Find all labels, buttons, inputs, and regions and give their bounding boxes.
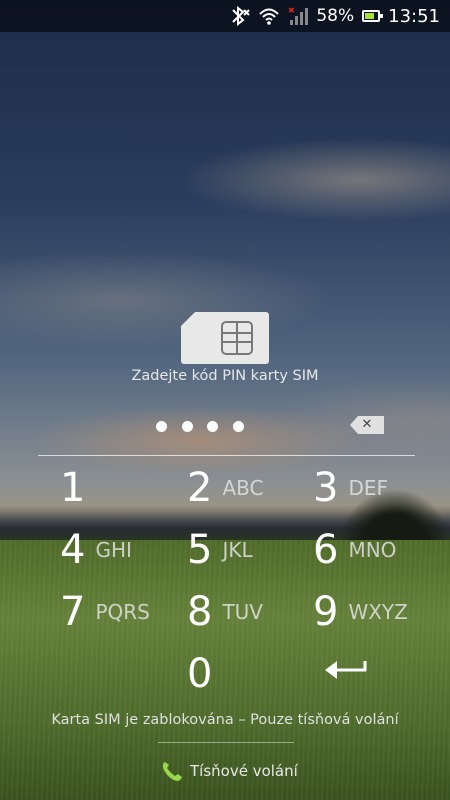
key-number: 1 (60, 465, 86, 511)
backspace-button[interactable]: ✕ (350, 416, 384, 434)
key-number: 3 (313, 465, 339, 511)
key-2[interactable]: 2 ABC (187, 460, 263, 516)
key-letters: MNO (348, 538, 397, 562)
key-3[interactable]: 3 DEF (313, 460, 388, 516)
svg-text:✖: ✖ (288, 6, 295, 15)
key-number: 6 (313, 527, 339, 573)
key-letters: TUV (222, 600, 263, 624)
wifi-icon (258, 5, 280, 27)
emergency-call-label: Tísňové volání (190, 762, 298, 780)
pin-divider (38, 455, 415, 456)
key-letters: DEF (348, 476, 388, 500)
key-letters: WXYZ (348, 600, 408, 624)
key-letters: JKL (222, 538, 253, 562)
bluetooth-icon (228, 5, 251, 27)
enter-button[interactable] (323, 655, 369, 685)
signal-icon: ✖ (288, 5, 309, 27)
key-number: 5 (187, 527, 213, 573)
battery-percent: 58% (316, 6, 355, 26)
pin-dot (207, 421, 218, 432)
pin-dot (182, 421, 193, 432)
key-number: 4 (60, 527, 86, 573)
key-number: 9 (313, 589, 339, 635)
battery-icon (362, 5, 384, 27)
key-letters: GHI (95, 538, 132, 562)
key-letters: PQRS (95, 600, 150, 624)
key-number: 2 (187, 465, 213, 511)
sim-locked-message: Karta SIM je zablokována – Pouze tísňová… (51, 712, 399, 728)
key-6[interactable]: 6 MNO (313, 522, 396, 578)
key-number: 7 (60, 589, 86, 635)
key-7[interactable]: 7 PQRS (60, 584, 150, 640)
key-9[interactable]: 9 WXYZ (313, 584, 408, 640)
key-4[interactable]: 4 GHI (60, 522, 132, 578)
key-number: 8 (187, 589, 213, 635)
sim-chip-icon (221, 321, 253, 355)
key-5[interactable]: 5 JKL (187, 522, 253, 578)
clock: 13:51 (388, 5, 440, 27)
sim-pin-prompt: Zadejte kód PIN karty SIM (131, 368, 319, 384)
key-1[interactable]: 1 (60, 460, 85, 516)
emergency-divider (158, 742, 294, 743)
phone-icon (162, 762, 182, 781)
sim-card-icon (181, 312, 269, 364)
key-number: 0 (187, 651, 213, 697)
pin-dot (156, 421, 167, 432)
enter-arrow-icon (325, 661, 367, 679)
status-bar: ✖ 58% 13:51 (0, 0, 450, 32)
emergency-call-button[interactable]: Tísňové volání (160, 758, 298, 784)
pin-dot (233, 421, 244, 432)
key-0[interactable]: 0 (187, 646, 212, 702)
key-letters: ABC (222, 476, 264, 500)
pin-entry-field[interactable]: ✕ (40, 410, 415, 442)
key-8[interactable]: 8 TUV (187, 584, 263, 640)
